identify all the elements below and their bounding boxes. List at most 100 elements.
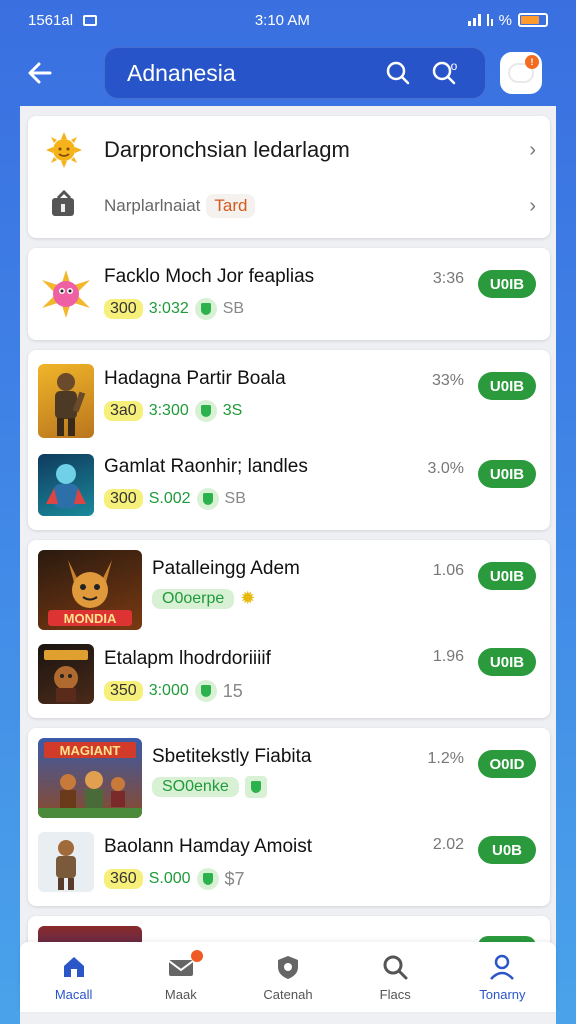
battery-percent: % <box>498 11 512 29</box>
app-card: MAGIANT Sbetitekstly Fiabita SO0enke 1.2… <box>28 728 550 906</box>
voice-search-icon[interactable]: o <box>425 54 463 92</box>
get-button[interactable]: O0ID <box>478 750 536 778</box>
sparkle-icon: ✹ <box>240 588 256 608</box>
thumb-label: MAGIANT <box>60 743 121 758</box>
app-meta: 300 3:032 SB <box>104 298 244 320</box>
signal-icon <box>467 14 481 26</box>
nav-item-search[interactable]: Flacs <box>342 942 449 1012</box>
app-size: 1.06 <box>432 562 464 579</box>
status-left: 1561al <box>28 11 98 29</box>
meta-extra: 15 <box>222 680 243 701</box>
get-button[interactable]: U0IB <box>478 270 536 298</box>
meta-extra: 3S <box>222 402 243 419</box>
app-thumbnail: MONDIA <box>38 550 142 630</box>
featured-title: Darpronchsian ledarlagm <box>104 137 350 162</box>
status-bar: 1561al 3:10 AM % <box>0 0 576 40</box>
shield-star-icon <box>278 955 298 979</box>
chevron-right-icon: › <box>529 138 536 161</box>
featured-row[interactable]: Darpronchsian ledarlagm › <box>28 130 550 170</box>
app-thumbnail <box>38 266 94 322</box>
sun-icon <box>46 132 82 168</box>
app-title: Gamlat Raonhir; landles <box>104 456 308 477</box>
meta-extra: $7 <box>224 868 245 889</box>
app-size: 1.2% <box>427 750 464 767</box>
app-size: 3.0% <box>427 460 464 477</box>
app-size: 1.96 <box>432 648 464 665</box>
wifi-icon <box>486 14 493 26</box>
list-item[interactable]: MONDIA Patalleingg Adem O0oerpe ✹ 1.06 U… <box>28 540 550 634</box>
status-time: 3:10 AM <box>254 11 310 29</box>
app-title: Sbetitekstly Fiabita <box>152 746 312 767</box>
list-item[interactable]: Baolann Hamday Amoist 360 S.000 $7 2.02 … <box>28 822 550 906</box>
nav-item-profile[interactable]: Tonarny <box>449 942 556 1012</box>
app-title: Etalapm lhodrdoriiiif <box>104 648 271 669</box>
app-title: Baolann Hamday Amoist <box>104 836 313 857</box>
list-item[interactable]: Etalapm lhodrdoriiiif 350 3:000 15 1.96 … <box>28 634 550 718</box>
app-meta: O0oerpe ✹ <box>152 588 255 609</box>
nav-label: Maak <box>164 986 197 1002</box>
featured-card: Darpronchsian ledarlagm › Narplarlnaiat … <box>28 116 550 238</box>
status-carrier: 1561al <box>28 11 74 29</box>
app-thumbnail <box>38 364 94 438</box>
app-size: 33% <box>431 372 464 389</box>
notification-badge <box>191 950 204 962</box>
update-icon <box>244 776 267 798</box>
shield-icon <box>196 868 219 890</box>
score-text: 3:032 <box>148 300 189 317</box>
notification-badge: ! <box>525 55 539 69</box>
get-button[interactable]: U0IB <box>478 460 536 488</box>
app-bar: Adnanesia o ! <box>0 40 576 106</box>
rating-chip: 300 <box>104 299 143 319</box>
status-chip: O0oerpe <box>152 588 235 609</box>
list-item[interactable]: Facklo Moch Jor feaplias 300 3:032 SB 3:… <box>28 248 550 340</box>
app-title: Hadagna Partir Boala <box>104 368 286 389</box>
nav-item-home[interactable]: Macall <box>20 942 127 1012</box>
search-input[interactable]: Adnanesia o <box>104 47 486 99</box>
get-button[interactable]: U0IB <box>478 562 536 590</box>
nav-label: Tonarny <box>479 986 526 1002</box>
nav-label: Flacs <box>379 986 411 1002</box>
get-button[interactable]: U0IB <box>478 372 536 400</box>
status-chip: SO0enke <box>152 777 239 797</box>
score-text: 3:000 <box>148 682 189 699</box>
shield-icon <box>194 680 217 702</box>
search-icon[interactable] <box>379 54 417 92</box>
back-button[interactable] <box>20 53 60 93</box>
app-meta: 360 S.000 $7 <box>104 868 245 890</box>
featured-subrow[interactable]: Narplarlnaiat Tard › <box>28 188 550 224</box>
nav-item-mail[interactable]: Maak <box>127 942 234 1012</box>
app-size: 3:36 <box>432 270 464 287</box>
status-right: % <box>467 11 548 29</box>
nav-item-categories[interactable]: Catenah <box>234 942 341 1012</box>
get-button[interactable]: U0B <box>478 836 536 864</box>
app-meta: SO0enke <box>152 776 267 798</box>
score-text: 3:300 <box>148 402 189 419</box>
search-badge: o <box>450 59 458 73</box>
screenshot-icon <box>83 14 98 26</box>
profile-button[interactable]: ! <box>500 52 542 94</box>
list-item[interactable]: Hadagna Partir Boala 3a0 3:300 3S 33% U0… <box>28 350 550 440</box>
get-button[interactable]: U0IB <box>478 648 536 676</box>
score-text: S.002 <box>148 490 191 507</box>
featured-tag: Tard <box>206 194 256 218</box>
app-meta: 300 S.002 SB <box>104 488 246 510</box>
app-thumbnail <box>38 644 94 704</box>
app-title: Patalleingg Adem <box>152 558 300 579</box>
nav-label: Catenah <box>263 986 313 1002</box>
featured-subrow-text: Narplarlnaiat <box>104 196 201 215</box>
score-text: S.000 <box>148 870 191 887</box>
list-item[interactable]: Gamlat Raonhir; landles 300 S.002 SB 3.0… <box>28 440 550 530</box>
chevron-right-icon: › <box>529 194 536 217</box>
thumb-label: MONDIA <box>64 611 117 626</box>
app-thumbnail <box>38 832 94 892</box>
list-item[interactable]: MAGIANT Sbetitekstly Fiabita SO0enke 1.2… <box>28 728 550 822</box>
app-meta: 3a0 3:300 3S <box>104 400 242 422</box>
app-card: Facklo Moch Jor feaplias 300 3:032 SB 3:… <box>28 248 550 340</box>
content-area: Darpronchsian ledarlagm › Narplarlnaiat … <box>20 106 556 1024</box>
rating-chip: 360 <box>104 869 143 889</box>
search-icon <box>383 955 408 979</box>
shield-icon <box>194 400 217 422</box>
app-thumbnail: MAGIANT <box>38 738 142 818</box>
toolbox-icon <box>52 190 74 216</box>
arrow-left-icon <box>28 62 52 84</box>
